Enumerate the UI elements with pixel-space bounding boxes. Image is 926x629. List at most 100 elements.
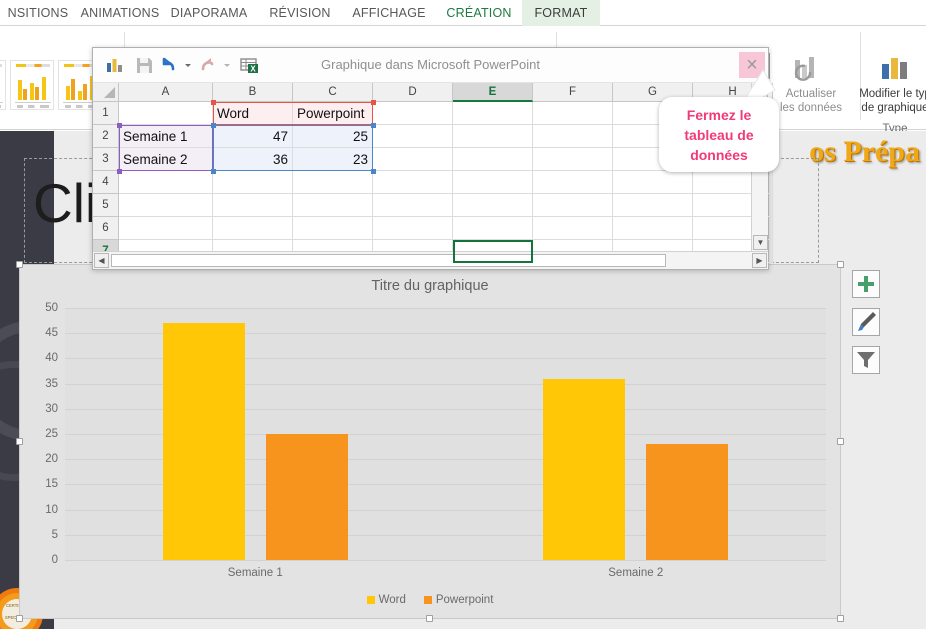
- selection-handle-tl[interactable]: [16, 261, 23, 268]
- cell-B1[interactable]: Word: [213, 102, 293, 125]
- refresh-data-icon[interactable]: [790, 56, 824, 84]
- row-header-1[interactable]: 1: [93, 102, 119, 125]
- cell-D2[interactable]: [373, 125, 453, 148]
- y-axis-tick-label: 5: [51, 528, 58, 541]
- cell-D5[interactable]: [373, 194, 453, 217]
- scroll-down-button[interactable]: ▼: [753, 235, 768, 250]
- save-icon[interactable]: [134, 55, 155, 76]
- horizontal-scroll-thumb[interactable]: [111, 254, 666, 267]
- y-axis-tick-label: 30: [45, 402, 58, 415]
- cell-E1[interactable]: [453, 102, 533, 125]
- chart-icon[interactable]: [104, 55, 125, 76]
- y-axis-tick-label: 15: [45, 478, 58, 491]
- y-axis-tick-label: 0: [51, 554, 58, 566]
- column-header-D[interactable]: D: [373, 83, 453, 102]
- row-header-3[interactable]: 3: [93, 148, 119, 171]
- select-all-corner[interactable]: [93, 83, 119, 102]
- chart-title[interactable]: Titre du graphique: [20, 278, 840, 294]
- ribbon-tab-diaporama[interactable]: DIAPORAMA: [164, 0, 254, 26]
- selection-handle-br[interactable]: [837, 615, 844, 622]
- excel-horizontal-scrollbar[interactable]: ◀ ▶: [93, 251, 768, 269]
- cell-E5[interactable]: [453, 194, 533, 217]
- cell-A4[interactable]: [119, 171, 213, 194]
- selection-handle-ml[interactable]: [16, 438, 23, 445]
- column-header-A[interactable]: A: [119, 83, 213, 102]
- scroll-right-button[interactable]: ▶: [752, 253, 767, 268]
- cell-F3[interactable]: [533, 148, 613, 171]
- column-header-F[interactable]: F: [533, 83, 613, 102]
- cell-A5[interactable]: [119, 194, 213, 217]
- chart-object[interactable]: Titre du graphique 0 5 10 15 20 25 30 35 40 45 50 S…: [19, 264, 841, 619]
- row-header-6[interactable]: 6: [93, 217, 119, 240]
- legend-item-powerpoint[interactable]: Powerpoint: [423, 594, 493, 606]
- cell-E2[interactable]: [453, 125, 533, 148]
- undo-icon[interactable]: [161, 55, 195, 76]
- row-header-2[interactable]: 2: [93, 125, 119, 148]
- cell-A2[interactable]: Semaine 1: [119, 125, 213, 148]
- cell-E6[interactable]: [453, 217, 533, 240]
- cell-F5[interactable]: [533, 194, 613, 217]
- bar-word-semaine-2[interactable]: [543, 378, 626, 560]
- legend-item-word[interactable]: Word: [366, 594, 406, 606]
- ribbon-tab-affichage[interactable]: AFFICHAGE: [345, 0, 433, 26]
- cell-D3[interactable]: [373, 148, 453, 171]
- cell-B2[interactable]: 47: [213, 125, 293, 148]
- row-header-4[interactable]: 4: [93, 171, 119, 194]
- active-cell-E7[interactable]: [453, 240, 533, 263]
- edit-in-excel-icon[interactable]: X: [239, 55, 260, 76]
- cell-F6[interactable]: [533, 217, 613, 240]
- ribbon-tab-rvision[interactable]: RÉVISION: [261, 0, 339, 26]
- y-axis-tick-label: 45: [45, 327, 58, 340]
- cell-D1[interactable]: [373, 102, 453, 125]
- column-header-C[interactable]: C: [293, 83, 373, 102]
- cell-A3[interactable]: Semaine 2: [119, 148, 213, 171]
- cell-G6[interactable]: [613, 217, 693, 240]
- column-header-B[interactable]: B: [213, 83, 293, 102]
- redo-icon[interactable]: [200, 55, 234, 76]
- cell-C5[interactable]: [293, 194, 373, 217]
- ribbon-tab-format[interactable]: FORMAT: [522, 0, 600, 26]
- ribbon-tab-cration[interactable]: CRÉATION: [440, 0, 518, 26]
- selection-handle-bc[interactable]: [426, 615, 433, 622]
- chart-filters-button[interactable]: [852, 346, 880, 374]
- cell-C2[interactable]: 25: [293, 125, 373, 148]
- cell-E4[interactable]: [453, 171, 533, 194]
- cell-A6[interactable]: [119, 217, 213, 240]
- cell-C1[interactable]: Powerpoint: [293, 102, 373, 125]
- cell-F2[interactable]: [533, 125, 613, 148]
- excel-title-bar[interactable]: Graphique dans Microsoft PowerPoint X ×: [93, 48, 768, 83]
- change-chart-type-icon[interactable]: [878, 56, 912, 84]
- bar-powerpoint-semaine-1[interactable]: [265, 434, 348, 560]
- cell-E3[interactable]: [453, 148, 533, 171]
- chart-plot-area[interactable]: 0 5 10 15 20 25 30 35 40 45 50 Semaine 1 Semaine 2: [45, 302, 826, 579]
- y-axis-tick-label: 20: [45, 453, 58, 466]
- y-axis-tick-label: 50: [45, 302, 58, 314]
- ribbon-tab-animations[interactable]: ANIMATIONS: [76, 0, 164, 26]
- cell-G5[interactable]: [613, 194, 693, 217]
- chart-styles-button[interactable]: [852, 308, 880, 336]
- ribbon-tab-nsitions[interactable]: NSITIONS: [0, 0, 76, 26]
- cell-F4[interactable]: [533, 171, 613, 194]
- cell-D4[interactable]: [373, 171, 453, 194]
- cell-D6[interactable]: [373, 217, 453, 240]
- bar-word-semaine-1[interactable]: [162, 323, 245, 560]
- cell-G4[interactable]: [613, 171, 693, 194]
- column-header-E[interactable]: E: [453, 83, 533, 102]
- chart-elements-button[interactable]: [852, 270, 880, 298]
- selection-handle-tr[interactable]: [837, 261, 844, 268]
- chart-legend[interactable]: Word Powerpoint: [20, 594, 840, 606]
- row-header-5[interactable]: 5: [93, 194, 119, 217]
- cell-B6[interactable]: [213, 217, 293, 240]
- cell-F1[interactable]: [533, 102, 613, 125]
- cell-C4[interactable]: [293, 171, 373, 194]
- bar-powerpoint-semaine-2[interactable]: [646, 444, 728, 560]
- cell-C3[interactable]: 23: [293, 148, 373, 171]
- cell-B3[interactable]: 36: [213, 148, 293, 171]
- cell-A1[interactable]: [119, 102, 213, 125]
- selection-handle-bl[interactable]: [16, 615, 23, 622]
- cell-B4[interactable]: [213, 171, 293, 194]
- selection-handle-mr[interactable]: [837, 438, 844, 445]
- cell-B5[interactable]: [213, 194, 293, 217]
- cell-C6[interactable]: [293, 217, 373, 240]
- scroll-left-button[interactable]: ◀: [94, 253, 109, 268]
